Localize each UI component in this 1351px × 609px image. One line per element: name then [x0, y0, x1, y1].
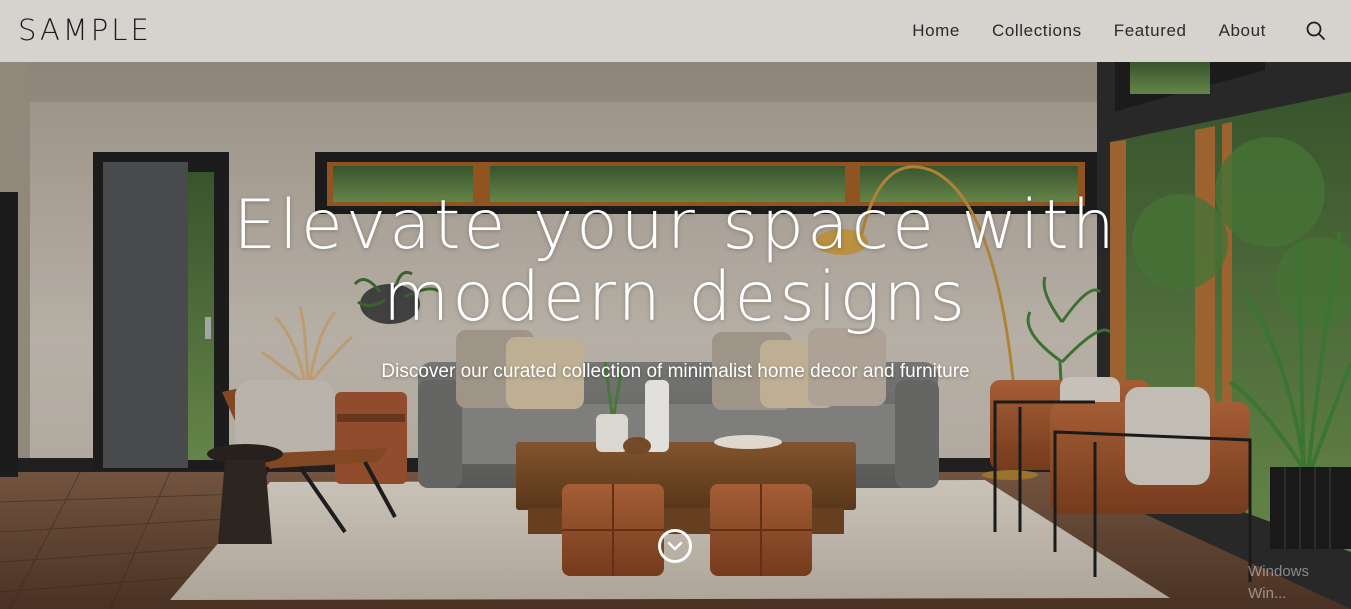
page: SAMPLE Home Collections Featured About E…	[0, 0, 1351, 609]
activation-watermark: Windows Win...	[1248, 561, 1309, 605]
hero-section: Elevate your space with modern designs D…	[0, 62, 1351, 609]
nav-link-home[interactable]: Home	[912, 21, 960, 41]
watermark-line-1: Windows	[1248, 563, 1309, 580]
nav-link-about[interactable]: About	[1219, 21, 1266, 41]
hero-title-line-1: Elevate your space with	[233, 186, 1118, 265]
main-nav: Home Collections Featured About	[912, 21, 1266, 41]
watermark-line-2: Win...	[1248, 585, 1287, 602]
nav-link-collections[interactable]: Collections	[992, 21, 1082, 41]
chevron-down-icon	[667, 541, 683, 551]
hero-title: Elevate your space with modern designs	[0, 190, 1351, 334]
search-icon	[1306, 21, 1325, 40]
hero-subtitle: Discover our curated collection of minim…	[381, 361, 970, 382]
site-header: SAMPLE Home Collections Featured About	[0, 0, 1351, 62]
hero-title-line-2: modern designs	[383, 258, 968, 337]
search-button[interactable]	[1305, 20, 1327, 42]
nav-link-featured[interactable]: Featured	[1114, 21, 1187, 41]
scroll-down-button[interactable]	[658, 529, 692, 563]
site-logo[interactable]: SAMPLE	[18, 13, 152, 47]
